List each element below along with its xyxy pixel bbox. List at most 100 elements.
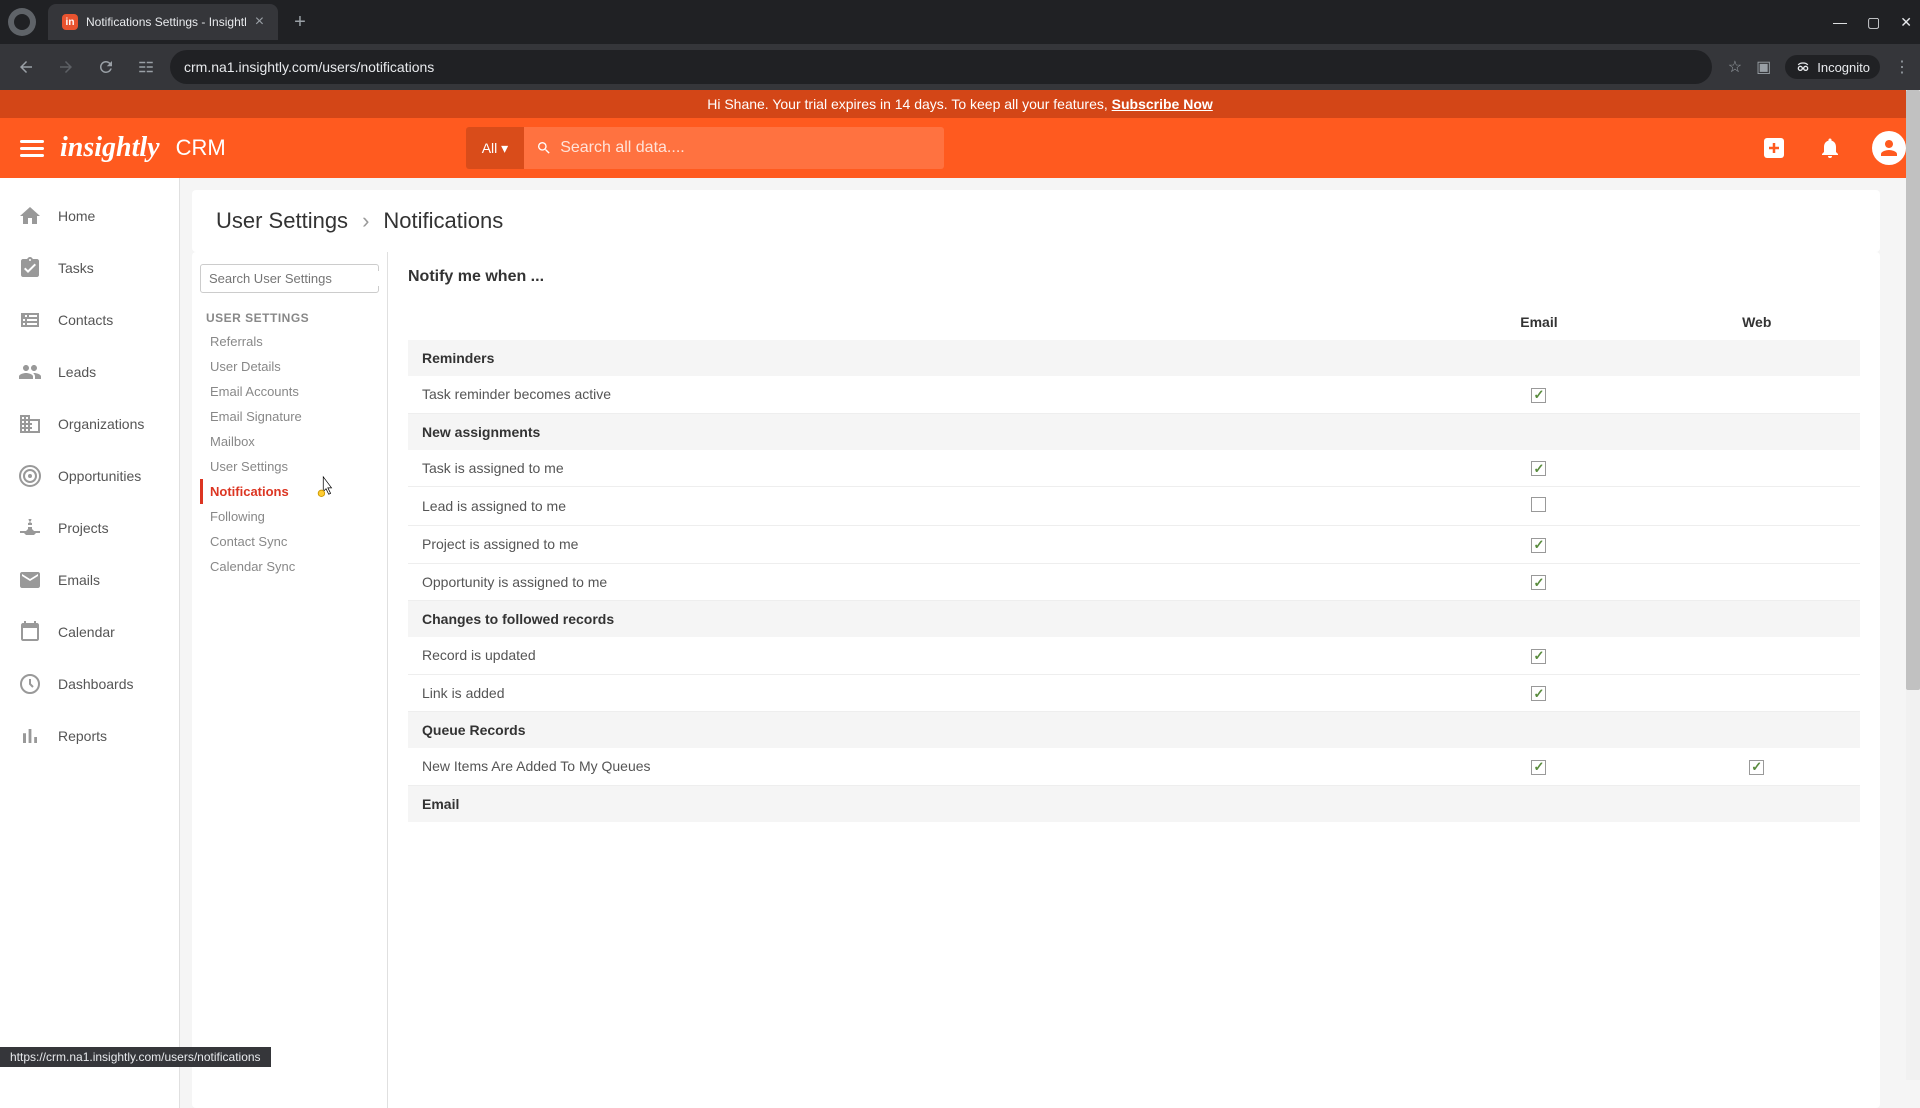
search-filter-dropdown[interactable]: All ▾	[466, 127, 524, 169]
trial-banner: Hi Shane. Your trial expires in 14 days.…	[0, 90, 1920, 118]
content-area: User Settings › Notifications USER SETTI…	[180, 178, 1920, 1108]
browser-menu-icon[interactable]: ⋮	[1894, 57, 1910, 77]
notification-row: Link is added	[408, 674, 1860, 712]
nav-label: Organizations	[58, 416, 144, 432]
email-checkbox[interactable]	[1531, 461, 1546, 476]
logo[interactable]: insightly	[60, 132, 160, 164]
group-header: Changes to followed records	[408, 601, 1860, 638]
search-input[interactable]: Search all data....	[524, 127, 944, 169]
settings-item-mailbox[interactable]: Mailbox	[200, 429, 379, 454]
nav-item-opportunities[interactable]: Opportunities	[0, 450, 179, 502]
bookmark-icon[interactable]: ☆	[1728, 57, 1742, 77]
group-header: New assignments	[408, 413, 1860, 450]
nav-item-projects[interactable]: Projects	[0, 502, 179, 554]
browser-tab[interactable]: in Notifications Settings - Insightl ×	[48, 4, 278, 40]
reload-button[interactable]	[90, 51, 122, 83]
settings-search[interactable]	[200, 264, 379, 293]
back-button[interactable]	[10, 51, 42, 83]
chevron-down-icon: ▾	[501, 140, 508, 157]
organizations-icon	[18, 412, 42, 436]
row-label: Task is assigned to me	[408, 450, 1424, 487]
email-checkbox[interactable]	[1531, 388, 1546, 403]
row-label: Record is updated	[408, 637, 1424, 674]
reports-icon	[18, 724, 42, 748]
nav-item-tasks[interactable]: Tasks	[0, 242, 179, 294]
browser-tab-strip: in Notifications Settings - Insightl × +…	[0, 0, 1920, 44]
nav-item-reports[interactable]: Reports	[0, 710, 179, 762]
settings-sidebar: USER SETTINGS ReferralsUser DetailsEmail…	[192, 252, 388, 1108]
subscribe-link[interactable]: Subscribe Now	[1112, 96, 1213, 112]
email-checkbox[interactable]	[1531, 649, 1546, 664]
settings-item-following[interactable]: Following	[200, 504, 379, 529]
settings-item-user-settings[interactable]: User Settings	[200, 454, 379, 479]
email-checkbox[interactable]	[1531, 760, 1546, 775]
row-label: Project is assigned to me	[408, 526, 1424, 564]
close-tab-icon[interactable]: ×	[255, 13, 264, 31]
settings-item-email-accounts[interactable]: Email Accounts	[200, 379, 379, 404]
group-header: Reminders	[408, 340, 1860, 376]
nav-item-home[interactable]: Home	[0, 190, 179, 242]
notification-row: Task is assigned to me	[408, 450, 1860, 487]
notifications-bell-icon[interactable]	[1816, 134, 1844, 162]
hamburger-menu-icon[interactable]	[14, 130, 50, 166]
nav-item-leads[interactable]: Leads	[0, 346, 179, 398]
row-label: Lead is assigned to me	[408, 487, 1424, 526]
url-input[interactable]: crm.na1.insightly.com/users/notification…	[170, 50, 1712, 84]
add-button[interactable]	[1760, 134, 1788, 162]
row-label: Task reminder becomes active	[408, 376, 1424, 413]
nav-label: Leads	[58, 364, 96, 380]
main-navigation: Home Tasks Contacts Leads Organizations Oppor…	[0, 178, 180, 1108]
web-column-header: Web	[1654, 304, 1860, 340]
tasks-icon	[18, 256, 42, 280]
panel-icon[interactable]: ▣	[1756, 57, 1771, 77]
new-tab-button[interactable]: +	[294, 11, 306, 34]
notification-row: Task reminder becomes active	[408, 376, 1860, 413]
app-header: insightly CRM All ▾ Search all data....	[0, 118, 1920, 178]
scrollbar[interactable]	[1906, 90, 1920, 1080]
nav-item-calendar[interactable]: Calendar	[0, 606, 179, 658]
notification-row: Record is updated	[408, 637, 1860, 674]
notifications-table: Email Web RemindersTask reminder becomes…	[408, 304, 1860, 822]
settings-item-contact-sync[interactable]: Contact Sync	[200, 529, 379, 554]
projects-icon	[18, 516, 42, 540]
emails-icon	[18, 568, 42, 592]
group-header: Email	[408, 785, 1860, 822]
email-checkbox[interactable]	[1531, 575, 1546, 590]
nav-item-organizations[interactable]: Organizations	[0, 398, 179, 450]
chevron-right-icon: ›	[362, 208, 369, 234]
nav-label: Calendar	[58, 624, 115, 640]
close-window-icon[interactable]: ✕	[1900, 14, 1912, 31]
scroll-thumb[interactable]	[1906, 90, 1920, 690]
nav-item-dashboards[interactable]: Dashboards	[0, 658, 179, 710]
maximize-icon[interactable]: ▢	[1867, 14, 1880, 31]
nav-label: Tasks	[58, 260, 94, 276]
search-app-icon[interactable]	[8, 8, 36, 36]
email-checkbox[interactable]	[1531, 497, 1546, 512]
home-icon	[18, 204, 42, 228]
opportunities-icon	[18, 464, 42, 488]
settings-item-referrals[interactable]: Referrals	[200, 329, 379, 354]
nav-label: Reports	[58, 728, 107, 744]
web-checkbox[interactable]	[1749, 760, 1764, 775]
notification-row: Project is assigned to me	[408, 526, 1860, 564]
group-header: Queue Records	[408, 712, 1860, 749]
row-label: Opportunity is assigned to me	[408, 563, 1424, 601]
incognito-badge[interactable]: Incognito	[1785, 55, 1880, 79]
minimize-icon[interactable]: —	[1833, 14, 1847, 31]
settings-item-user-details[interactable]: User Details	[200, 354, 379, 379]
settings-item-calendar-sync[interactable]: Calendar Sync	[200, 554, 379, 579]
forward-button[interactable]	[50, 51, 82, 83]
breadcrumb-parent[interactable]: User Settings	[216, 208, 348, 234]
row-label: New Items Are Added To My Queues	[408, 748, 1424, 785]
email-checkbox[interactable]	[1531, 538, 1546, 553]
user-avatar[interactable]	[1872, 131, 1906, 165]
breadcrumb: User Settings › Notifications	[192, 190, 1880, 252]
panel-title: Notify me when ...	[408, 268, 1860, 286]
settings-item-email-signature[interactable]: Email Signature	[200, 404, 379, 429]
nav-item-contacts[interactable]: Contacts	[0, 294, 179, 346]
settings-search-input[interactable]	[209, 271, 385, 286]
site-info-icon[interactable]	[130, 51, 162, 83]
email-checkbox[interactable]	[1531, 686, 1546, 701]
nav-item-emails[interactable]: Emails	[0, 554, 179, 606]
settings-item-notifications[interactable]: Notifications	[200, 479, 379, 504]
